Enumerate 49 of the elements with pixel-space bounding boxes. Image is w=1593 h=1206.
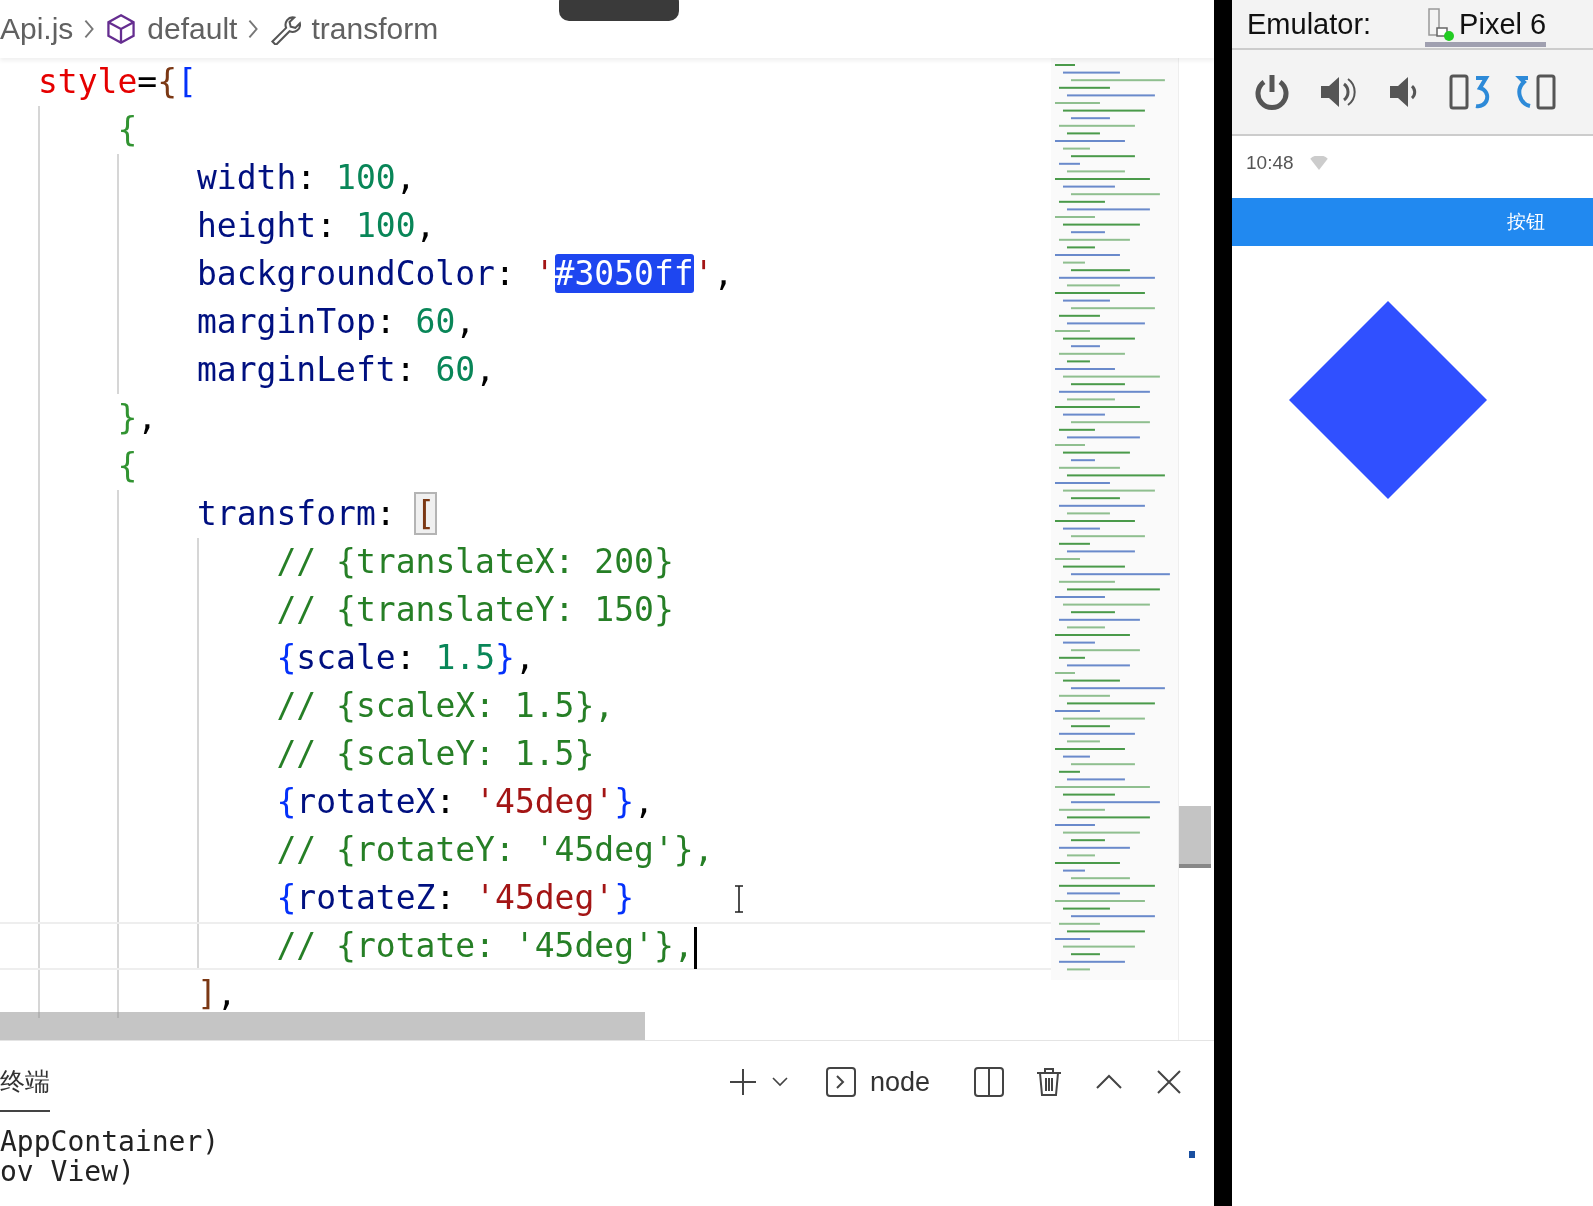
code-line: // {scaleY: 1.5} [276,734,595,773]
status-time: 10:48 [1246,152,1294,174]
code-line: { [117,446,138,485]
wifi-icon [1309,156,1328,170]
scrollbar-thumb[interactable] [1179,806,1211,868]
code-line: // {translateX: 200} [276,542,674,581]
cube-icon [105,13,138,45]
code-line: style={[ [38,62,197,101]
scrollbar-thumb[interactable] [0,1012,645,1040]
code-line: marginLeft: 60, [196,350,495,389]
code-line: {rotateZ: '45deg'} [276,878,635,917]
plus-icon[interactable] [727,1067,758,1097]
code-line: backgroundColor: '#3050ff', [196,254,734,293]
terminal-icon[interactable] [825,1067,856,1097]
text-caret [693,926,697,969]
breadcrumb-item[interactable]: default [147,12,238,46]
split-icon[interactable] [974,1067,1004,1097]
app-button[interactable]: 按钮 [1232,198,1593,246]
rotate-left-icon[interactable] [1514,72,1558,112]
code-line: // {rotateY: '45deg'}, [276,830,714,869]
code-line: // {rotate: '45deg'}, [276,926,694,965]
terminal-line: AppContainer) [0,1127,220,1157]
device-tab[interactable]: Pixel 6 [1425,1,1547,47]
breadcrumb-item[interactable]: transform [311,12,439,46]
code-line: transform: [ [196,494,436,533]
emulator-title: Emulator: [1247,7,1372,41]
scroll-marker-icon [1189,1151,1195,1158]
terminal-tab[interactable]: 终端 [0,1052,50,1112]
wrench-icon [269,13,302,45]
text-cursor-icon [733,885,745,913]
code-line: { [117,110,138,149]
code-line: {scale: 1.5}, [276,638,535,677]
code-line: }, [117,398,158,437]
chevron-down-icon[interactable] [771,1077,788,1087]
code-line: ], [196,974,237,1013]
breadcrumb-item[interactable]: Api.js [0,12,74,46]
shell-label[interactable]: node [869,1066,930,1098]
code-line: marginTop: 60, [196,302,476,341]
trash-icon[interactable] [1034,1067,1064,1097]
chevron-icon [247,18,260,40]
rotate-right-icon[interactable] [1448,72,1492,112]
code-line: {rotateX: '45deg'}, [276,782,654,821]
chevron-icon [83,18,96,40]
code-line: width: 100, [196,158,416,197]
overlay-toolbar[interactable] [559,0,679,21]
code-line: // {scaleX: 1.5}, [276,686,615,725]
terminal-line: ov View) [0,1157,135,1187]
code-line: height: 100, [196,206,436,245]
code-line: // {translateY: 150} [276,590,674,629]
